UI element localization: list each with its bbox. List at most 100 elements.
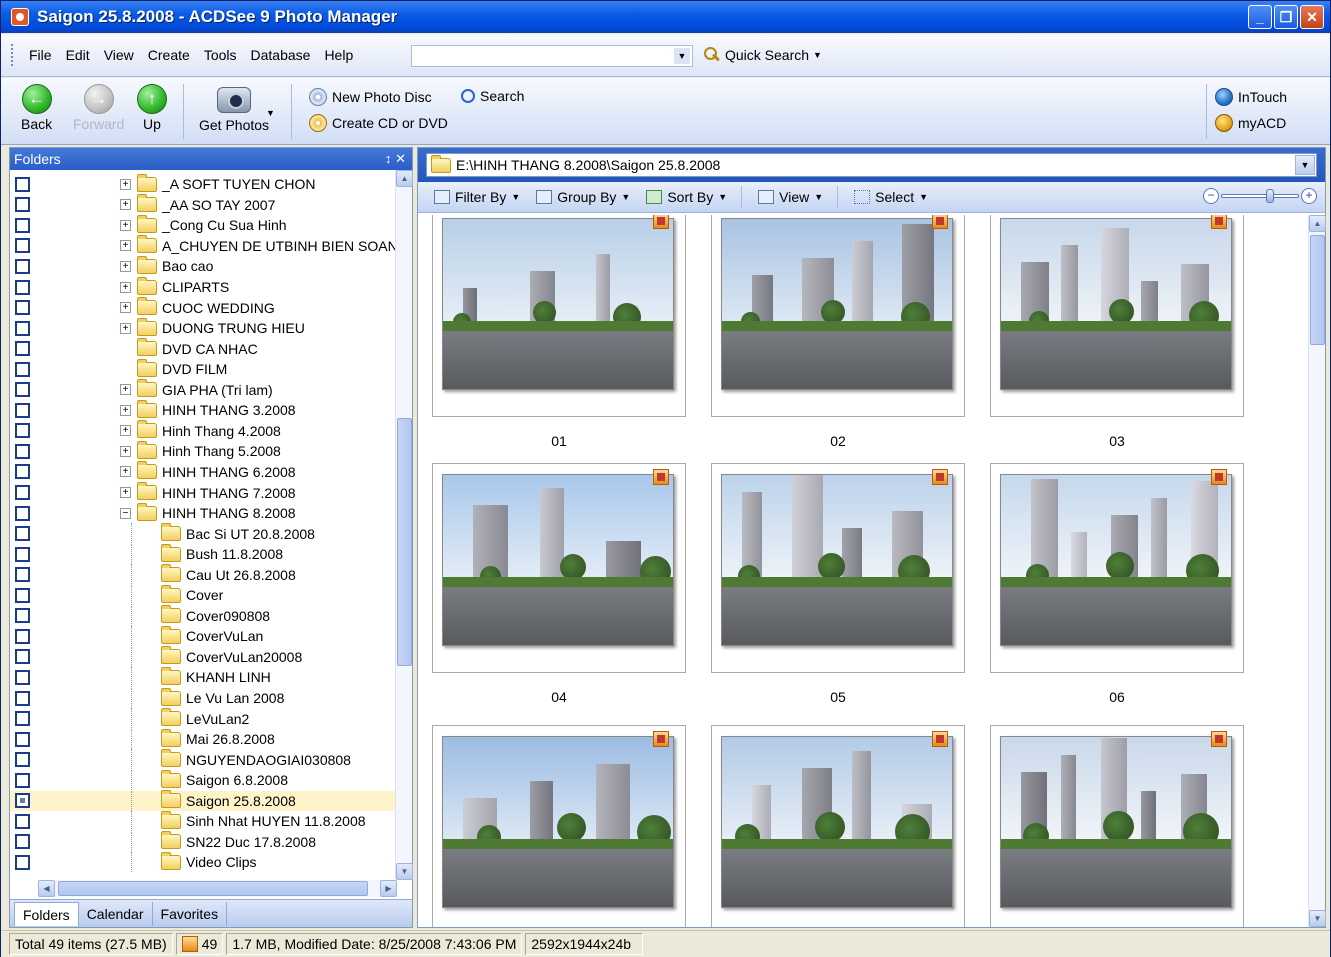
search-button[interactable]: Search (461, 88, 524, 104)
folder-checkbox[interactable] (15, 731, 30, 747)
panel-pin-close-icons[interactable]: ↕ ✕ (385, 148, 406, 170)
folder-tree-item[interactable]: DVD CA NHAC (10, 338, 397, 359)
folder-tree-item[interactable]: + Hinh Thang 4.2008 (10, 420, 397, 442)
tab-folders[interactable]: Folders (14, 901, 79, 926)
select-button[interactable]: Select ▼ (854, 189, 928, 205)
title-bar[interactable]: Saigon 25.8.2008 - ACDSee 9 Photo Manage… (1, 1, 1330, 33)
folder-tree-item[interactable]: Le Vu Lan 2008 (10, 687, 397, 709)
scroll-up-icon[interactable]: ▲ (396, 170, 413, 187)
folder-checkbox[interactable] (15, 649, 30, 665)
photo-thumbnail[interactable]: 03 (990, 215, 1244, 449)
folder-checkbox[interactable] (15, 423, 30, 439)
folder-checkbox[interactable] (15, 382, 30, 398)
folder-checkbox[interactable] (15, 258, 30, 274)
folder-checkbox[interactable] (15, 628, 30, 644)
folder-tree-item[interactable]: + CUOC WEDDING (10, 297, 397, 318)
expand-icon[interactable]: + (120, 281, 131, 293)
folder-checkbox[interactable] (15, 464, 30, 480)
scroll-thumb[interactable] (397, 418, 412, 666)
folder-checkbox[interactable] (15, 567, 30, 583)
photo-thumbnail[interactable]: 01 (432, 215, 686, 449)
folder-tree-item[interactable]: LeVuLan2 (10, 708, 397, 729)
thumbnail-zoom-slider[interactable]: − + (1203, 188, 1317, 204)
folder-tree-item[interactable]: Mai 26.8.2008 (10, 728, 397, 750)
folder-tree-item[interactable]: + A_CHUYEN DE UTBINH BIEN SOAN (10, 235, 397, 257)
folder-checkbox[interactable] (15, 320, 30, 336)
folder-checkbox[interactable] (15, 546, 30, 562)
close-button[interactable]: ✕ (1300, 5, 1324, 29)
folder-tree-item[interactable]: CoverVuLan (10, 625, 397, 647)
folder-checkbox[interactable] (15, 402, 30, 418)
file-list-vertical-scrollbar[interactable]: ▲ ▼ (1308, 215, 1326, 927)
expand-icon[interactable]: + (120, 199, 131, 211)
up-button[interactable]: ↑ Up (137, 84, 167, 132)
folder-tree-item[interactable]: Cau Ut 26.8.2008 (10, 564, 397, 585)
expand-icon[interactable]: + (120, 302, 131, 314)
folder-tree-item[interactable]: KHANH LINH (10, 666, 397, 688)
folder-tree-item[interactable]: + _Cong Cu Sua Hinh (10, 214, 397, 236)
expand-icon[interactable]: + (120, 425, 131, 437)
folder-tree-item[interactable]: Sinh Nhat HUYEN 11.8.2008 (10, 810, 397, 832)
scroll-thumb[interactable] (58, 881, 368, 896)
folder-checkbox[interactable] (15, 834, 30, 850)
sort-by-button[interactable]: Sort By ▼ (646, 189, 727, 205)
folder-checkbox[interactable] (15, 669, 30, 685)
folder-checkbox[interactable] (15, 854, 30, 870)
folder-checkbox[interactable] (15, 197, 30, 213)
folder-tree-item[interactable]: Saigon 25.8.2008 (10, 790, 397, 811)
folder-checkbox[interactable] (15, 485, 30, 500)
quick-search-input[interactable]: ▼ (411, 45, 693, 67)
zoom-out-icon[interactable]: − (1203, 188, 1219, 204)
folder-tree-item[interactable]: + _AA SO TAY 2007 (10, 194, 397, 216)
folder-checkbox[interactable] (15, 217, 30, 233)
intouch-button[interactable]: InTouch (1215, 88, 1287, 106)
zoom-knob[interactable] (1266, 189, 1274, 203)
folder-tree-item[interactable]: + GIA PHA (Tri lam) (10, 379, 397, 401)
menu-help[interactable]: Help (324, 47, 353, 63)
collapse-icon[interactable]: − (120, 507, 131, 519)
scroll-down-icon[interactable]: ▼ (396, 863, 413, 880)
folder-tree-item[interactable]: + _A SOFT TUYEN CHON (10, 173, 397, 195)
menu-edit[interactable]: Edit (66, 47, 90, 63)
photo-thumbnail[interactable]: 05 (711, 463, 965, 705)
tab-favorites[interactable]: Favorites (153, 901, 228, 926)
chevron-down-icon[interactable]: ▼ (266, 108, 275, 118)
folder-tree-horizontal-scrollbar[interactable]: ◀ ▶ (38, 880, 397, 897)
folder-tree-item[interactable]: NGUYENDAOGIAI030808 (10, 749, 397, 770)
minimize-button[interactable]: _ (1248, 5, 1272, 29)
back-button[interactable]: ← Back (21, 84, 52, 132)
scroll-right-icon[interactable]: ▶ (380, 880, 397, 897)
restore-button[interactable]: ❐ (1274, 5, 1298, 29)
new-photo-disc-button[interactable]: New Photo Disc (309, 88, 432, 106)
filter-by-button[interactable]: Filter By ▼ (434, 189, 520, 205)
create-cd-button[interactable]: Create CD or DVD (309, 114, 448, 132)
path-field[interactable]: E:\HINH THANG 8.2008\Saigon 25.8.2008 ▼ (426, 153, 1317, 177)
scroll-up-icon[interactable]: ▲ (1309, 215, 1326, 232)
menu-tools[interactable]: Tools (204, 47, 237, 63)
folder-tree-item[interactable]: SN22 Duc 17.8.2008 (10, 831, 397, 853)
folder-checkbox[interactable] (15, 505, 30, 521)
scroll-thumb[interactable] (1310, 235, 1325, 345)
folder-tree-item[interactable]: − HINH THANG 8.2008 (10, 502, 397, 524)
menu-database[interactable]: Database (251, 47, 311, 63)
get-photos-button[interactable]: Get Photos (199, 84, 269, 133)
tab-calendar[interactable]: Calendar (79, 901, 153, 926)
expand-icon[interactable]: + (120, 404, 131, 416)
folder-checkbox[interactable] (15, 300, 30, 316)
folder-tree-item[interactable]: CoverVuLan20008 (10, 646, 397, 668)
photo-thumbnail[interactable]: 06 (990, 463, 1244, 705)
expand-icon[interactable]: + (120, 322, 131, 334)
folder-tree-item[interactable]: DVD FILM (10, 358, 397, 380)
folder-checkbox[interactable] (15, 341, 30, 357)
expand-icon[interactable]: + (120, 487, 131, 498)
folder-tree-item[interactable]: + HINH THANG 3.2008 (10, 399, 397, 421)
expand-icon[interactable]: + (120, 219, 131, 231)
acdsee-app-icon[interactable] (11, 8, 29, 26)
menu-view[interactable]: View (104, 47, 134, 63)
folder-checkbox[interactable] (15, 711, 30, 727)
folder-tree-item[interactable]: Bush 11.8.2008 (10, 543, 397, 565)
folder-checkbox[interactable] (15, 608, 30, 624)
folder-checkbox[interactable] (15, 176, 30, 192)
folder-tree-item[interactable]: + Bao cao (10, 255, 397, 277)
scroll-down-icon[interactable]: ▼ (1309, 910, 1326, 927)
